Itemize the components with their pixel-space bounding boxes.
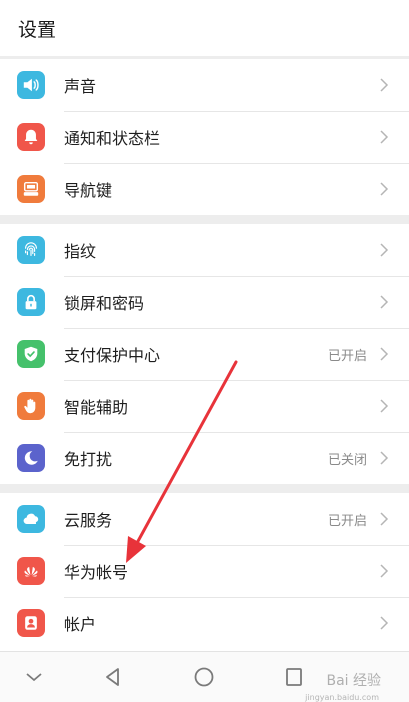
chevron-right-icon <box>379 451 389 465</box>
chevron-right-icon <box>379 130 389 144</box>
settings-item-notifications[interactable]: 通知和状态栏 <box>0 111 409 163</box>
settings-item-label: 通知和状态栏 <box>64 129 161 148</box>
settings-item-fingerprint[interactable]: 指纹 <box>0 224 409 276</box>
chevron-right-icon <box>379 512 389 526</box>
settings-item-sound[interactable]: 声音 <box>0 59 409 111</box>
settings-group-1: 声音 通知和状态栏 导航键 <box>0 59 409 215</box>
hide-navbar-icon[interactable] <box>22 665 46 689</box>
chevron-right-icon <box>379 564 389 578</box>
baidu-watermark-url: jingyan.baidu.com <box>305 693 379 702</box>
settings-item-label: 声音 <box>64 77 97 96</box>
navigation-key-icon <box>17 175 45 203</box>
settings-item-label: 锁屏和密码 <box>64 294 145 313</box>
moon-icon <box>17 444 45 472</box>
settings-item-accounts[interactable]: 帐户 <box>0 597 409 649</box>
settings-item-status: 已开启 <box>327 513 367 529</box>
shield-icon <box>17 340 45 368</box>
settings-item-label: 指纹 <box>64 242 97 261</box>
settings-item-do-not-disturb[interactable]: 免打扰 已关闭 <box>0 432 409 484</box>
fingerprint-icon <box>17 236 45 264</box>
chevron-right-icon <box>379 182 389 196</box>
chevron-right-icon <box>379 78 389 92</box>
settings-item-label: 智能辅助 <box>64 398 129 417</box>
chevron-right-icon <box>379 295 389 309</box>
settings-item-label: 帐户 <box>64 615 97 634</box>
settings-item-status: 已关闭 <box>327 452 367 468</box>
bell-icon <box>17 123 45 151</box>
back-icon[interactable] <box>101 665 125 689</box>
settings-group-3: 云服务 已开启 华为帐号 帐户 <box>0 493 409 649</box>
chevron-right-icon <box>379 616 389 630</box>
sound-icon <box>17 71 45 99</box>
settings-item-label: 导航键 <box>64 181 113 200</box>
settings-header: 设置 <box>0 0 409 56</box>
settings-item-status: 已开启 <box>327 348 367 364</box>
lock-icon <box>17 288 45 316</box>
hand-icon <box>17 392 45 420</box>
settings-item-huawei-id[interactable]: 华为帐号 <box>0 545 409 597</box>
settings-item-navigation-key[interactable]: 导航键 <box>0 163 409 215</box>
settings-item-payment-protection[interactable]: 支付保护中心 已开启 <box>0 328 409 380</box>
chevron-right-icon <box>379 347 389 361</box>
settings-item-smart-assist[interactable]: 智能辅助 <box>0 380 409 432</box>
settings-item-lockscreen[interactable]: 锁屏和密码 <box>0 276 409 328</box>
settings-item-label: 云服务 <box>64 511 113 530</box>
account-icon <box>17 609 45 637</box>
settings-item-label: 支付保护中心 <box>64 346 161 365</box>
cloud-icon <box>17 505 45 533</box>
recents-icon[interactable] <box>282 665 306 689</box>
page-title: 设置 <box>18 19 57 41</box>
settings-item-label: 华为帐号 <box>64 563 129 582</box>
group-separator <box>0 215 409 224</box>
chevron-right-icon <box>379 399 389 413</box>
group-separator <box>0 484 409 493</box>
settings-group-2: 指纹 锁屏和密码 支付保护中心 已开启 智能辅助 免打扰 已关闭 <box>0 224 409 484</box>
huawei-logo-icon <box>17 557 45 585</box>
chevron-right-icon <box>379 243 389 257</box>
home-icon[interactable] <box>192 665 216 689</box>
baidu-watermark: Bai 经验 <box>326 673 381 689</box>
settings-item-cloud-service[interactable]: 云服务 已开启 <box>0 493 409 545</box>
settings-item-label: 免打扰 <box>64 450 113 469</box>
